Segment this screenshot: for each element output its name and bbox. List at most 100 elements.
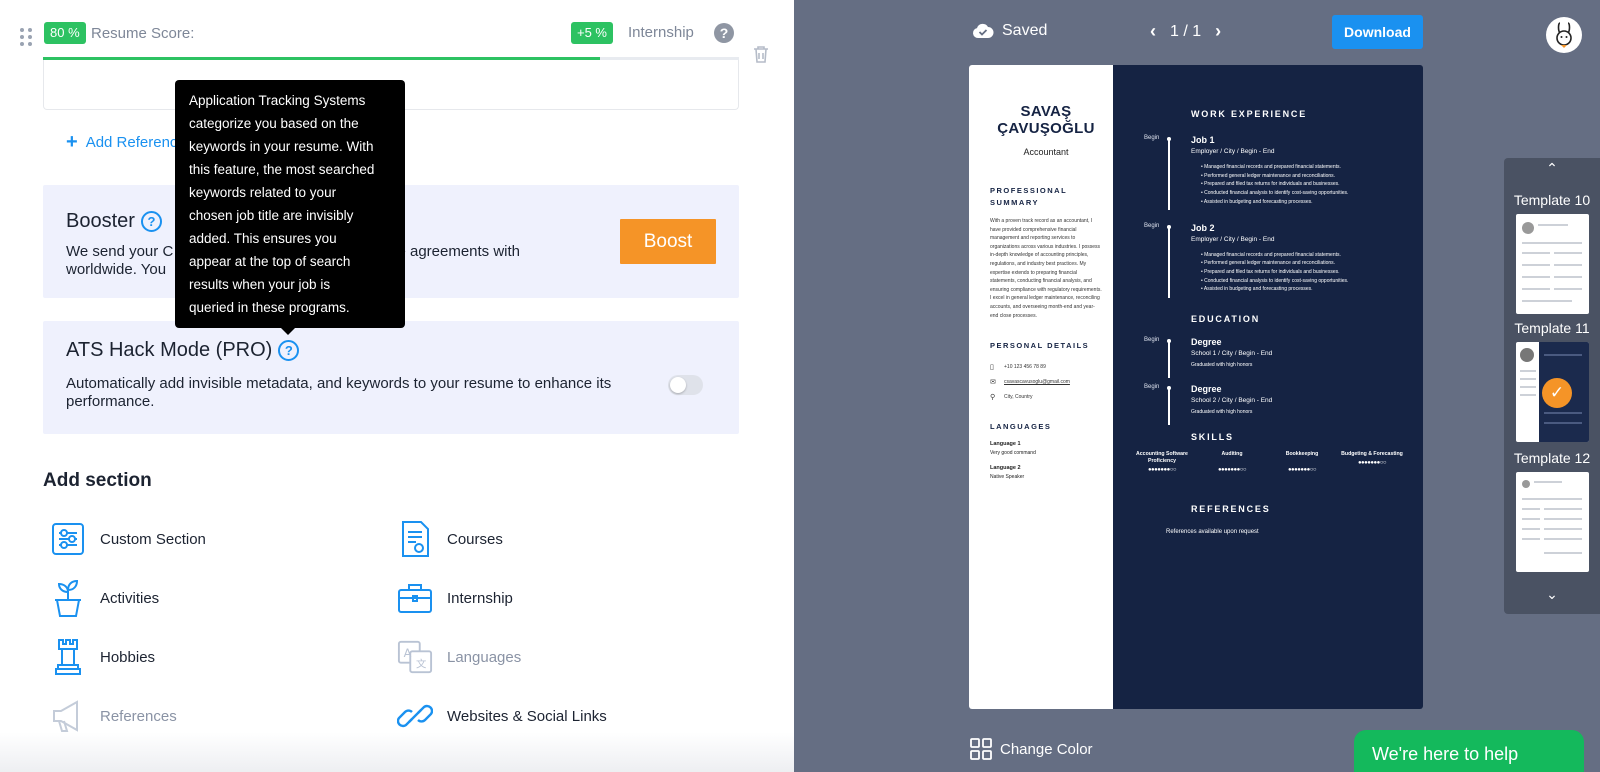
job-bullet: • Assisted in budgeting and forecasting … (1201, 286, 1313, 293)
job-title: Job 2 (1191, 222, 1215, 233)
booster-title-text: Booster (66, 210, 135, 232)
job-bullets: • Managed financial records and prepared… (1201, 163, 1407, 207)
skills-heading: SKILLS (1191, 432, 1234, 443)
add-reference-label: Add Reference (85, 133, 186, 151)
heading-line: SUMMARY (990, 198, 1039, 207)
template-12-thumb[interactable] (1516, 472, 1589, 572)
plant-icon (50, 578, 86, 618)
work-item: Begin Job 2 Employer / City / Begin - En… (1144, 222, 1407, 298)
score-badge: 80 % (44, 22, 86, 44)
certificate-icon (397, 519, 433, 559)
section-label: References (100, 707, 177, 725)
question-icon[interactable]: ? (140, 211, 162, 232)
section-label: Internship (447, 589, 513, 607)
begin-label: Begin (1144, 337, 1160, 344)
add-activities[interactable]: Activities (50, 578, 159, 618)
trash-icon[interactable] (752, 44, 770, 64)
briefcase-icon (397, 578, 433, 618)
resume-name: SAVAŞ ÇAVUŞOĞLU (990, 103, 1102, 137)
section-label: Websites & Social Links (447, 707, 607, 725)
add-section-title: Add section (43, 470, 152, 491)
skill-name: Budgeting & Forecasting (1341, 451, 1403, 458)
add-references[interactable]: References (50, 696, 177, 736)
template-label: Template 12 (1513, 450, 1591, 466)
change-color-button[interactable]: Change Color (970, 738, 1093, 760)
translate-icon: A文 (397, 637, 433, 677)
page-indicator: 1 / 1 (1170, 22, 1202, 40)
job-bullet: • Managed financial records and prepared… (1201, 164, 1341, 170)
degree-title: Degree (1191, 337, 1222, 348)
honors: Graduated with high honors (1191, 409, 1253, 416)
resume-sidebar: SAVAŞ ÇAVUŞOĞLU Accountant PROFESSIONAL … (969, 65, 1113, 709)
chevron-up-icon[interactable]: ⌃ (1504, 160, 1600, 177)
boost-button[interactable]: Boost (620, 219, 716, 264)
language-name: Language 2 (990, 465, 1021, 472)
skill-rating: ●●●●●●●○○ (1147, 467, 1177, 474)
tooltip-line: results when your job is (189, 277, 331, 292)
education-heading: EDUCATION (1191, 314, 1261, 325)
grid-icon (970, 738, 992, 760)
work-heading: WORK EXPERIENCE (1191, 109, 1308, 119)
timeline-line (1168, 389, 1170, 426)
score-label: Resume Score: (91, 25, 195, 42)
resume-email: ✉ csavascavusoglu@gmail.com (990, 378, 1113, 386)
tooltip-line: Application Tracking Systems (189, 93, 366, 108)
chevron-left-icon[interactable]: ‹ (1150, 21, 1156, 42)
avatar[interactable] (1546, 17, 1582, 53)
add-reference-button[interactable]: + Add Reference (66, 132, 186, 152)
tooltip-line: queried in these programs. (189, 300, 350, 315)
skill-item: Bookkeeping ●●●●●●●○○ (1267, 451, 1337, 474)
svg-text:文: 文 (416, 657, 427, 670)
skill-name: Bookkeeping (1285, 451, 1319, 458)
skill-rating: ●●●●●●●○○ (1357, 460, 1387, 467)
section-label: Custom Section (100, 530, 206, 548)
resume-preview[interactable]: SAVAŞ ÇAVUŞOĞLU Accountant PROFESSIONAL … (969, 65, 1423, 709)
ats-title-text: ATS Hack Mode (PRO) (66, 339, 273, 361)
email-text: csavascavusoglu@gmail.com (1004, 379, 1070, 386)
question-icon[interactable]: ? (278, 340, 300, 361)
chevron-down-icon[interactable]: ⌄ (1504, 586, 1600, 603)
skill-name: Accounting Software Proficiency (1136, 451, 1188, 465)
timeline-line (1168, 342, 1170, 379)
ats-tooltip: Application Tracking Systems categorize … (175, 80, 405, 335)
ats-title: ATS Hack Mode (PRO) ? (66, 339, 300, 362)
ats-card: ATS Hack Mode (PRO) ? Automatically add … (43, 321, 739, 434)
job-bullet: • Prepared and filed tax returns for ind… (1201, 181, 1340, 188)
saved-label: Saved (1002, 22, 1048, 39)
template-10-thumb[interactable] (1516, 214, 1589, 314)
school-sub: School 2 / City / Begin - End (1191, 397, 1273, 405)
resume-summary: With a proven track record as an account… (990, 218, 1102, 319)
booster-title: Booster ? (66, 210, 162, 233)
add-languages[interactable]: A文 Languages (397, 637, 521, 677)
template-11-thumb[interactable]: ✓ (1516, 342, 1589, 442)
job-bullet: • Managed financial records and prepared… (1201, 251, 1341, 258)
toggle-knob (670, 377, 686, 393)
help-icon[interactable]: ? (714, 23, 734, 43)
bottom-fade (0, 732, 794, 772)
tooltip-line: added. This ensures you (189, 231, 337, 246)
gain-section-label: Internship (628, 24, 694, 41)
job-bullet: • Conducted financial analysis to identi… (1201, 190, 1349, 197)
add-courses[interactable]: Courses (397, 519, 503, 559)
job-bullets: • Managed financial records and prepared… (1201, 251, 1407, 295)
location-pin-icon: ⚲ (990, 394, 996, 402)
ats-description: Automatically add invisible metadata, an… (66, 375, 612, 410)
timeline-line (1168, 227, 1170, 298)
download-button[interactable]: Download (1332, 15, 1423, 49)
cloud-check-icon (972, 23, 994, 38)
add-internship[interactable]: Internship (397, 578, 513, 618)
help-chat-button[interactable]: We're here to help (1354, 730, 1584, 772)
job-title: Job 1 (1191, 135, 1215, 145)
job-bullet: • Prepared and filed tax returns for ind… (1201, 268, 1340, 275)
add-websites-social-links[interactable]: Websites & Social Links (397, 696, 607, 736)
drag-handle-icon[interactable] (20, 28, 32, 46)
add-custom-section[interactable]: Custom Section (50, 519, 206, 559)
language-name: Language 1 (990, 441, 1021, 448)
resume-location: ⚲ City, Country (990, 393, 1113, 401)
ats-toggle[interactable] (668, 375, 703, 395)
chevron-right-icon[interactable]: › (1215, 21, 1221, 42)
tooltip-line: appear at the top of search (189, 254, 351, 269)
add-hobbies[interactable]: Hobbies (50, 637, 155, 677)
svg-text:A: A (404, 646, 412, 660)
heading-line: PROFESSIONAL (990, 186, 1068, 195)
